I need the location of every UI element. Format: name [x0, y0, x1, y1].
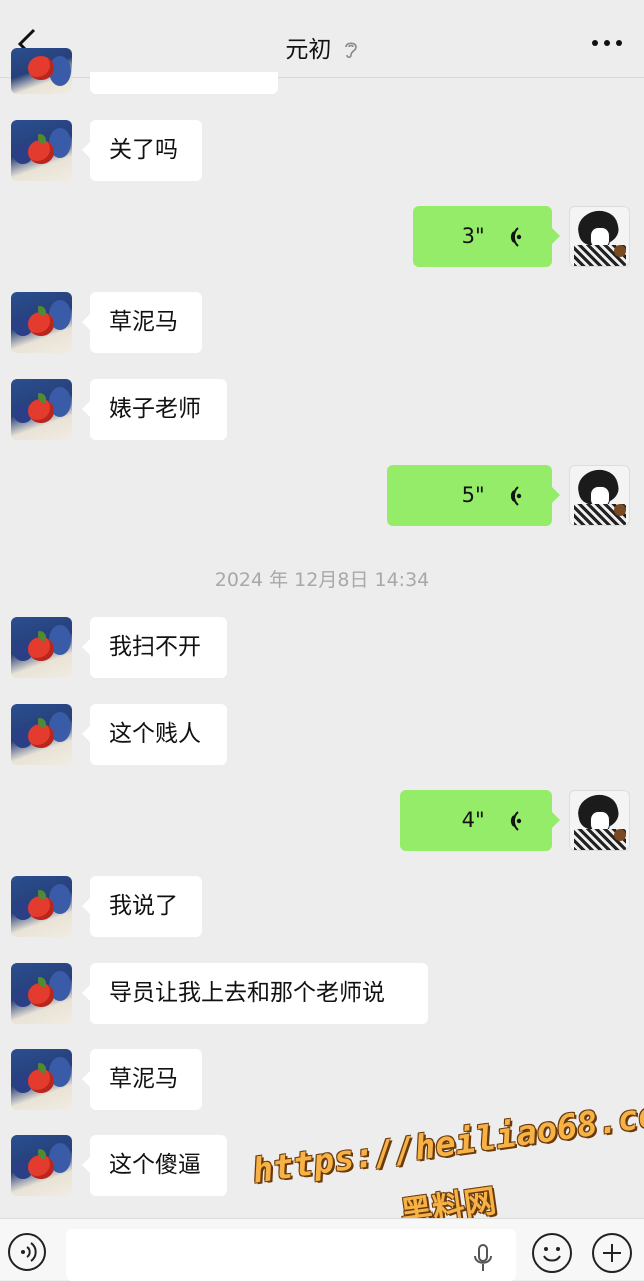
- message-bubble-partial: [90, 72, 278, 94]
- emoji-icon[interactable]: [532, 1233, 572, 1273]
- voice-toggle-icon[interactable]: [8, 1233, 46, 1271]
- contact-avatar[interactable]: [11, 1049, 72, 1110]
- my-avatar[interactable]: [569, 206, 630, 267]
- contact-avatar[interactable]: [11, 617, 72, 678]
- chat-timestamp: 2024 年 12月8日 14:34: [214, 569, 430, 591]
- chat-title: 元初: [0, 30, 644, 64]
- input-bar: [0, 1218, 644, 1281]
- message-bubble-incoming[interactable]: 这个贱人: [82, 704, 227, 765]
- voice-duration: 4": [461, 808, 485, 832]
- message-bubble-incoming[interactable]: 婊子老师: [82, 379, 227, 440]
- voice-message-bubble[interactable]: 4": [400, 790, 560, 851]
- voice-message-bubble[interactable]: 5": [387, 465, 560, 526]
- message-bubble-incoming[interactable]: 这个傻逼: [82, 1135, 227, 1196]
- contact-avatar[interactable]: [11, 120, 72, 181]
- contact-avatar[interactable]: [11, 379, 72, 440]
- contact-avatar[interactable]: [11, 1135, 72, 1196]
- my-avatar[interactable]: [569, 790, 630, 851]
- voice-wave-icon: [510, 226, 522, 247]
- voice-duration: 5": [461, 483, 485, 507]
- watermark-url: https://heiliao68.com: [250, 1092, 644, 1192]
- microphone-icon[interactable]: [472, 1243, 494, 1273]
- my-avatar[interactable]: [569, 465, 630, 526]
- message-bubble-incoming[interactable]: 我扫不开: [82, 617, 227, 678]
- voice-wave-icon: [510, 810, 522, 831]
- contact-avatar[interactable]: [11, 48, 72, 94]
- more-horizontal-icon[interactable]: [592, 40, 622, 48]
- contact-avatar[interactable]: [11, 292, 72, 353]
- message-bubble-incoming[interactable]: 我说了: [82, 876, 202, 937]
- message-input[interactable]: [66, 1229, 516, 1281]
- voice-wave-icon: [510, 485, 522, 506]
- chat-title-text: 元初: [285, 37, 332, 63]
- message-bubble-incoming[interactable]: 草泥马: [82, 292, 202, 353]
- contact-avatar[interactable]: [11, 963, 72, 1024]
- message-bubble-incoming[interactable]: 草泥马: [82, 1049, 202, 1110]
- contact-avatar[interactable]: [11, 704, 72, 765]
- voice-message-bubble[interactable]: 3": [413, 206, 560, 267]
- contact-avatar[interactable]: [11, 876, 72, 937]
- chat-header: 元初: [0, 0, 644, 78]
- watermark: https://heiliao68.com 黑料网: [250, 1092, 644, 1232]
- plus-icon[interactable]: [592, 1233, 632, 1273]
- ear-icon: [344, 42, 357, 59]
- voice-duration: 3": [461, 224, 485, 248]
- message-bubble-incoming[interactable]: 导员让我上去和那个老师说: [82, 963, 428, 1024]
- message-bubble-incoming[interactable]: 关了吗: [82, 120, 202, 181]
